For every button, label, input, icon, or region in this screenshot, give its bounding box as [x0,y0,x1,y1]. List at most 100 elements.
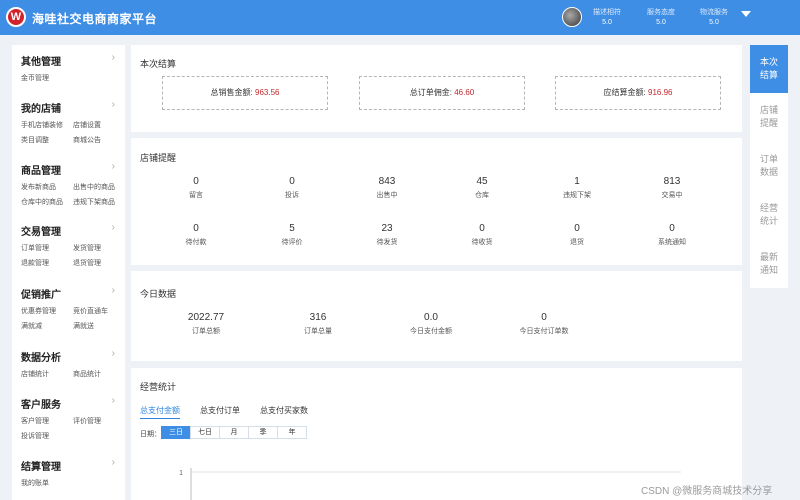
reminder-returns[interactable]: 0 退货 [532,223,622,247]
menu-group-title[interactable]: 客户服务 [21,396,61,411]
card-title: 本次结算 [140,59,177,69]
menu-group-title[interactable]: 结算管理 [21,458,61,473]
quick-nav-rail: 本次结算 店铺提醒 订单数据 经营统计 最新通知 [750,45,788,288]
settlement-total-sales: 总销售金额: 963.56 [162,76,328,110]
menu-group-title[interactable]: 商品管理 [21,162,61,177]
stat-label: 留言 [189,192,203,199]
store-reminders-card: 店铺提醒 0 留言 0 投诉 843 出售中 45 仓库 1 违规下架 813 交易中 0 待… [131,138,742,265]
rating-label: 物流服务 [700,9,728,16]
menu-link[interactable]: 出售中的商品 [73,182,115,192]
menu-link[interactable]: 发货管理 [73,243,101,253]
menu-link[interactable]: 竞价直通车 [73,306,108,316]
reminder-system-notices[interactable]: 0 系统通知 [627,223,717,247]
menu-link[interactable]: 订单管理 [21,243,49,253]
chevron-right-icon[interactable]: › [112,457,115,468]
chevron-right-icon[interactable]: › [112,348,115,359]
stat-label: 今日支付金额 [410,328,452,335]
reminder-on-sale[interactable]: 843 出售中 [342,176,432,200]
reminder-pending-shipment[interactable]: 23 待发货 [342,223,432,247]
stat-value: 813 [663,176,681,187]
reminder-violation-removed[interactable]: 1 违规下架 [532,176,622,200]
caret-down-icon[interactable] [741,11,751,17]
menu-link[interactable]: 评价管理 [73,416,101,426]
rail-item-order-data[interactable]: 订单数据 [750,142,788,190]
reminder-pending-payment[interactable]: 0 待付款 [151,223,241,247]
rail-item-settlement[interactable]: 本次结算 [750,45,788,93]
stat-value: 0 [289,176,295,187]
menu-group-title[interactable]: 交易管理 [21,223,61,238]
reminder-trading[interactable]: 813 交易中 [627,176,717,200]
rating-value: 5.0 [709,19,719,26]
reminder-pending-review[interactable]: 5 待评价 [247,223,337,247]
menu-link[interactable]: 手机店铺装修 [21,120,63,130]
chevron-right-icon[interactable]: › [112,99,115,110]
chevron-right-icon[interactable]: › [112,395,115,406]
range-quarter-button[interactable]: 季 [248,426,278,439]
menu-link[interactable]: 优惠券管理 [21,306,56,316]
menu-link[interactable]: 违规下架商品 [73,197,115,207]
menu-link[interactable]: 店铺统计 [21,369,49,379]
menu-link[interactable]: 仓库中的商品 [21,197,63,207]
menu-link[interactable]: 客户管理 [21,416,49,426]
range-three-days-button[interactable]: 三日 [161,426,191,439]
rail-item-reminders[interactable]: 店铺提醒 [750,93,788,141]
tab-total-payment-amount[interactable]: 总支付金额 [140,405,180,419]
menu-link[interactable]: 金币管理 [21,73,49,83]
chevron-right-icon[interactable]: › [112,285,115,296]
menu-group-title[interactable]: 我的店铺 [21,100,61,115]
card-title: 店铺提醒 [140,153,177,163]
chevron-right-icon[interactable]: › [112,161,115,172]
stat-label: 投诉 [285,192,299,199]
range-month-button[interactable]: 月 [219,426,249,439]
settlement-label: 应结算金额: [603,88,646,97]
menu-link[interactable]: 商城公告 [73,135,101,145]
chevron-right-icon[interactable]: › [112,222,115,233]
rail-item-latest-notices[interactable]: 最新通知 [750,240,788,288]
rating-description: 描述相符 5.0 [582,8,632,28]
tab-total-payment-buyers[interactable]: 总支付买家数 [260,405,308,416]
menu-link[interactable]: 满就减 [21,321,42,331]
today-data-card: 今日数据 2022.77 订单总额 316 订单总量 0.0 今日支付金额 0 今日支付… [131,271,742,361]
rail-item-label: 本次结算 [759,57,778,80]
logo-letter: W [10,11,22,23]
stat-label: 系统通知 [658,239,686,246]
settlement-label: 总销售金额: [210,88,253,97]
settlement-payable: 应结算金额: 916.96 [555,76,721,110]
reminder-messages[interactable]: 0 留言 [151,176,241,200]
shop-avatar[interactable] [562,7,582,27]
rating-logistics: 物流服务 5.0 [689,8,739,28]
menu-group-title[interactable]: 数据分析 [21,349,61,364]
stat-value: 45 [476,176,488,187]
menu-link[interactable]: 满就送 [73,321,94,331]
settlement-label: 总订单佣金: [409,88,452,97]
watermark-text: CSDN @微服务商城技术分享 [641,486,773,497]
reminder-pending-receipt[interactable]: 0 待收货 [437,223,527,247]
business-stats-card: 经营统计 总支付金额 总支付订单 总支付买家数 日期： 三日 七日 月 季 年 … [131,368,742,500]
menu-link[interactable]: 我的账单 [21,478,49,488]
rail-item-business-stats[interactable]: 经营统计 [750,191,788,239]
menu-link[interactable]: 商品统计 [73,369,101,379]
range-seven-days-button[interactable]: 七日 [190,426,220,439]
rating-service: 服务态度 5.0 [636,8,686,28]
stat-value: 0.0 [424,312,438,323]
stat-value: 0 [669,223,675,234]
menu-link[interactable]: 店铺设置 [73,120,101,130]
settlement-commission: 总订单佣金: 46.60 [359,76,525,110]
chevron-right-icon[interactable]: › [112,52,115,63]
menu-group-title[interactable]: 促销推广 [21,286,61,301]
menu-link[interactable]: 发布新商品 [21,182,56,192]
reminder-complaints[interactable]: 0 投诉 [247,176,337,200]
reminder-warehouse[interactable]: 45 仓库 [437,176,527,200]
rating-label: 描述相符 [593,9,621,16]
menu-link[interactable]: 投诉管理 [21,431,49,441]
stat-label: 退货 [570,239,584,246]
tab-total-payment-orders[interactable]: 总支付订单 [200,405,240,416]
menu-link[interactable]: 退款管理 [21,258,49,268]
rating-value: 5.0 [602,19,612,26]
range-year-button[interactable]: 年 [277,426,307,439]
menu-link[interactable]: 类目调整 [21,135,49,145]
brand-logo-icon[interactable]: W [6,7,26,27]
menu-group-title[interactable]: 其他管理 [21,53,61,68]
stat-value: 843 [378,176,396,187]
menu-link[interactable]: 退货管理 [73,258,101,268]
